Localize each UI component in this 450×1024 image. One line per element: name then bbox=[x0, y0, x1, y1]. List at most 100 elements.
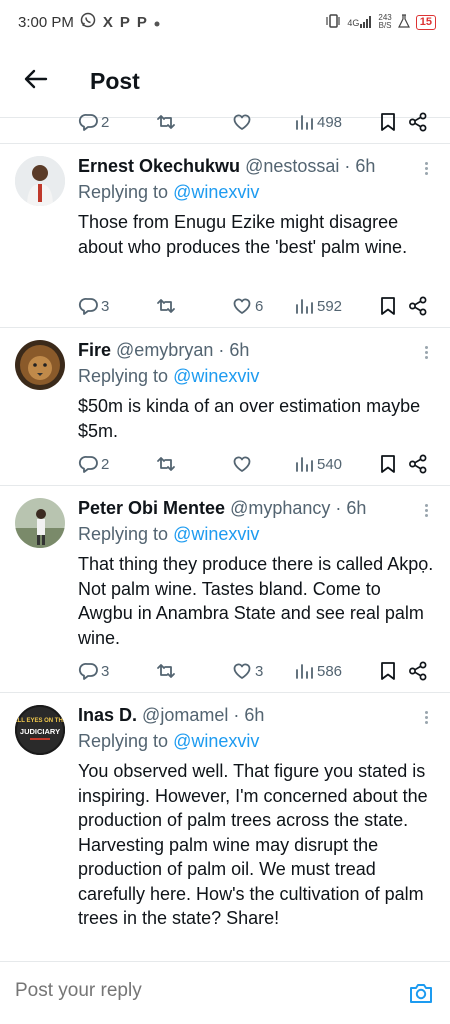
notification-icons: X P P bbox=[80, 12, 160, 32]
reply-button[interactable]: 3 bbox=[78, 296, 156, 316]
back-button[interactable] bbox=[0, 52, 72, 110]
views-icon bbox=[296, 299, 313, 314]
camera-button[interactable] bbox=[408, 980, 434, 1006]
tweet-header: Peter Obi Mentee @myphancy · 6h bbox=[78, 498, 366, 519]
avatar[interactable]: ALL EYES ON THE JUDICIARY bbox=[15, 705, 65, 755]
network-type: 4G bbox=[347, 18, 360, 28]
more-options-icon[interactable] bbox=[420, 709, 432, 729]
system-icons: 4G 243 B/S 15 bbox=[325, 14, 436, 31]
retweet-button[interactable] bbox=[156, 112, 232, 132]
more-options-icon[interactable] bbox=[420, 160, 432, 180]
previous-tweet-actions: 2 498 bbox=[78, 108, 438, 136]
retweet-icon bbox=[157, 457, 175, 471]
bookmark-button[interactable] bbox=[378, 112, 408, 132]
bookmark-icon bbox=[381, 113, 395, 131]
share-button[interactable] bbox=[408, 296, 428, 316]
like-button[interactable]: 3 bbox=[232, 661, 294, 681]
replying-to: Replying to @winexviv bbox=[78, 366, 259, 387]
author-name[interactable]: Inas D. bbox=[78, 705, 137, 725]
share-button[interactable] bbox=[408, 454, 428, 474]
retweet-icon bbox=[157, 664, 175, 678]
reply-tweet[interactable]: Ernest Okechukwu @nestossai · 6h Replyin… bbox=[0, 144, 450, 327]
tweet-header: Ernest Okechukwu @nestossai · 6h bbox=[78, 156, 375, 177]
views-icon bbox=[296, 457, 313, 472]
replying-to: Replying to @winexviv bbox=[78, 524, 259, 545]
retweet-icon bbox=[157, 299, 175, 313]
p-app-icon: P bbox=[119, 13, 130, 31]
reply-button[interactable]: 2 bbox=[78, 112, 156, 132]
like-button[interactable]: 6 bbox=[232, 296, 294, 316]
author-name[interactable]: Fire bbox=[78, 340, 111, 360]
reply-count: 2 bbox=[101, 455, 110, 473]
bookmark-button[interactable] bbox=[378, 454, 408, 474]
views-button[interactable]: 586 bbox=[294, 661, 378, 681]
author-name[interactable]: Peter Obi Mentee bbox=[78, 498, 225, 518]
avatar[interactable] bbox=[15, 498, 65, 548]
avatar-logo: ALL EYES ON THE JUDICIARY bbox=[15, 705, 65, 755]
camera-icon bbox=[410, 984, 432, 1003]
replying-prefix: Replying to bbox=[78, 731, 174, 751]
views-button[interactable]: 592 bbox=[294, 296, 378, 316]
more-options-icon[interactable] bbox=[420, 344, 432, 364]
net-speed-unit: B/S bbox=[378, 21, 392, 30]
reply-count: 3 bbox=[101, 662, 110, 680]
reply-input[interactable] bbox=[15, 980, 375, 1002]
avatar[interactable] bbox=[15, 156, 65, 206]
tweet-header: Fire @emybryan · 6h bbox=[78, 340, 249, 361]
avatar[interactable] bbox=[15, 340, 65, 390]
views-button[interactable]: 540 bbox=[294, 454, 378, 474]
tweet-actions: 2 540 bbox=[78, 450, 438, 478]
x-app-icon: X bbox=[102, 13, 113, 31]
replying-to-link[interactable]: @winexviv bbox=[173, 182, 259, 202]
replying-to: Replying to @winexviv bbox=[78, 731, 259, 752]
retweet-button[interactable] bbox=[156, 296, 232, 316]
like-button[interactable] bbox=[232, 112, 294, 132]
views-button[interactable]: 498 bbox=[294, 112, 378, 132]
more-options-icon[interactable] bbox=[420, 502, 432, 522]
battery-icon: 15 bbox=[415, 14, 436, 30]
bookmark-button[interactable] bbox=[378, 296, 408, 316]
reply-icon bbox=[78, 455, 98, 473]
retweet-icon bbox=[157, 115, 175, 129]
replying-to-link[interactable]: @winexviv bbox=[173, 731, 259, 751]
reply-tweet[interactable]: Peter Obi Mentee @myphancy · 6h Replying… bbox=[0, 486, 450, 692]
author-name[interactable]: Ernest Okechukwu bbox=[78, 156, 240, 176]
tweet-actions: 3 3 586 bbox=[78, 657, 438, 685]
replying-prefix: Replying to bbox=[78, 366, 174, 386]
author-handle[interactable]: @myphancy bbox=[230, 498, 330, 518]
share-button[interactable] bbox=[408, 661, 428, 681]
reply-tweet[interactable]: Fire @emybryan · 6h Replying to @winexvi… bbox=[0, 328, 450, 485]
heart-icon bbox=[233, 298, 251, 314]
tweet-actions: 3 6 592 bbox=[78, 292, 438, 320]
author-handle[interactable]: @jomamel bbox=[142, 705, 228, 725]
heart-icon bbox=[233, 114, 251, 130]
page-title: Post bbox=[90, 67, 140, 94]
reply-button[interactable]: 3 bbox=[78, 661, 156, 681]
retweet-button[interactable] bbox=[156, 661, 232, 681]
like-count: 3 bbox=[255, 662, 264, 680]
author-handle[interactable]: @nestossai bbox=[245, 156, 339, 176]
reply-button[interactable]: 2 bbox=[78, 454, 156, 474]
svg-text:ALL EYES ON THE: ALL EYES ON THE bbox=[15, 718, 65, 724]
replying-to-link[interactable]: @winexviv bbox=[173, 524, 259, 544]
bookmark-button[interactable] bbox=[378, 661, 408, 681]
retweet-button[interactable] bbox=[156, 454, 232, 474]
reply-icon bbox=[78, 297, 98, 315]
author-handle[interactable]: @emybryan bbox=[116, 340, 213, 360]
share-button[interactable] bbox=[408, 112, 428, 132]
replying-to-link[interactable]: @winexviv bbox=[173, 366, 259, 386]
tweet-text: $50m is kinda of an over estimation mayb… bbox=[78, 396, 421, 441]
tweet-time: · 6h bbox=[335, 498, 367, 518]
reply-count: 3 bbox=[101, 297, 110, 315]
tweet-text: Those from Enugu Ezike might disagree ab… bbox=[78, 212, 408, 257]
views-icon bbox=[296, 664, 313, 679]
like-button[interactable] bbox=[232, 454, 294, 474]
share-icon bbox=[409, 454, 427, 474]
net-speed: 243 B/S bbox=[378, 14, 391, 30]
reply-composer bbox=[0, 962, 450, 1024]
reply-tweet[interactable]: ALL EYES ON THE JUDICIARY Inas D. @jomame… bbox=[0, 693, 450, 962]
tweet-time: · 6h bbox=[344, 156, 376, 176]
dot-icon bbox=[154, 14, 160, 31]
arrow-left-icon bbox=[24, 69, 48, 94]
replying-to: Replying to @winexviv bbox=[78, 182, 259, 203]
